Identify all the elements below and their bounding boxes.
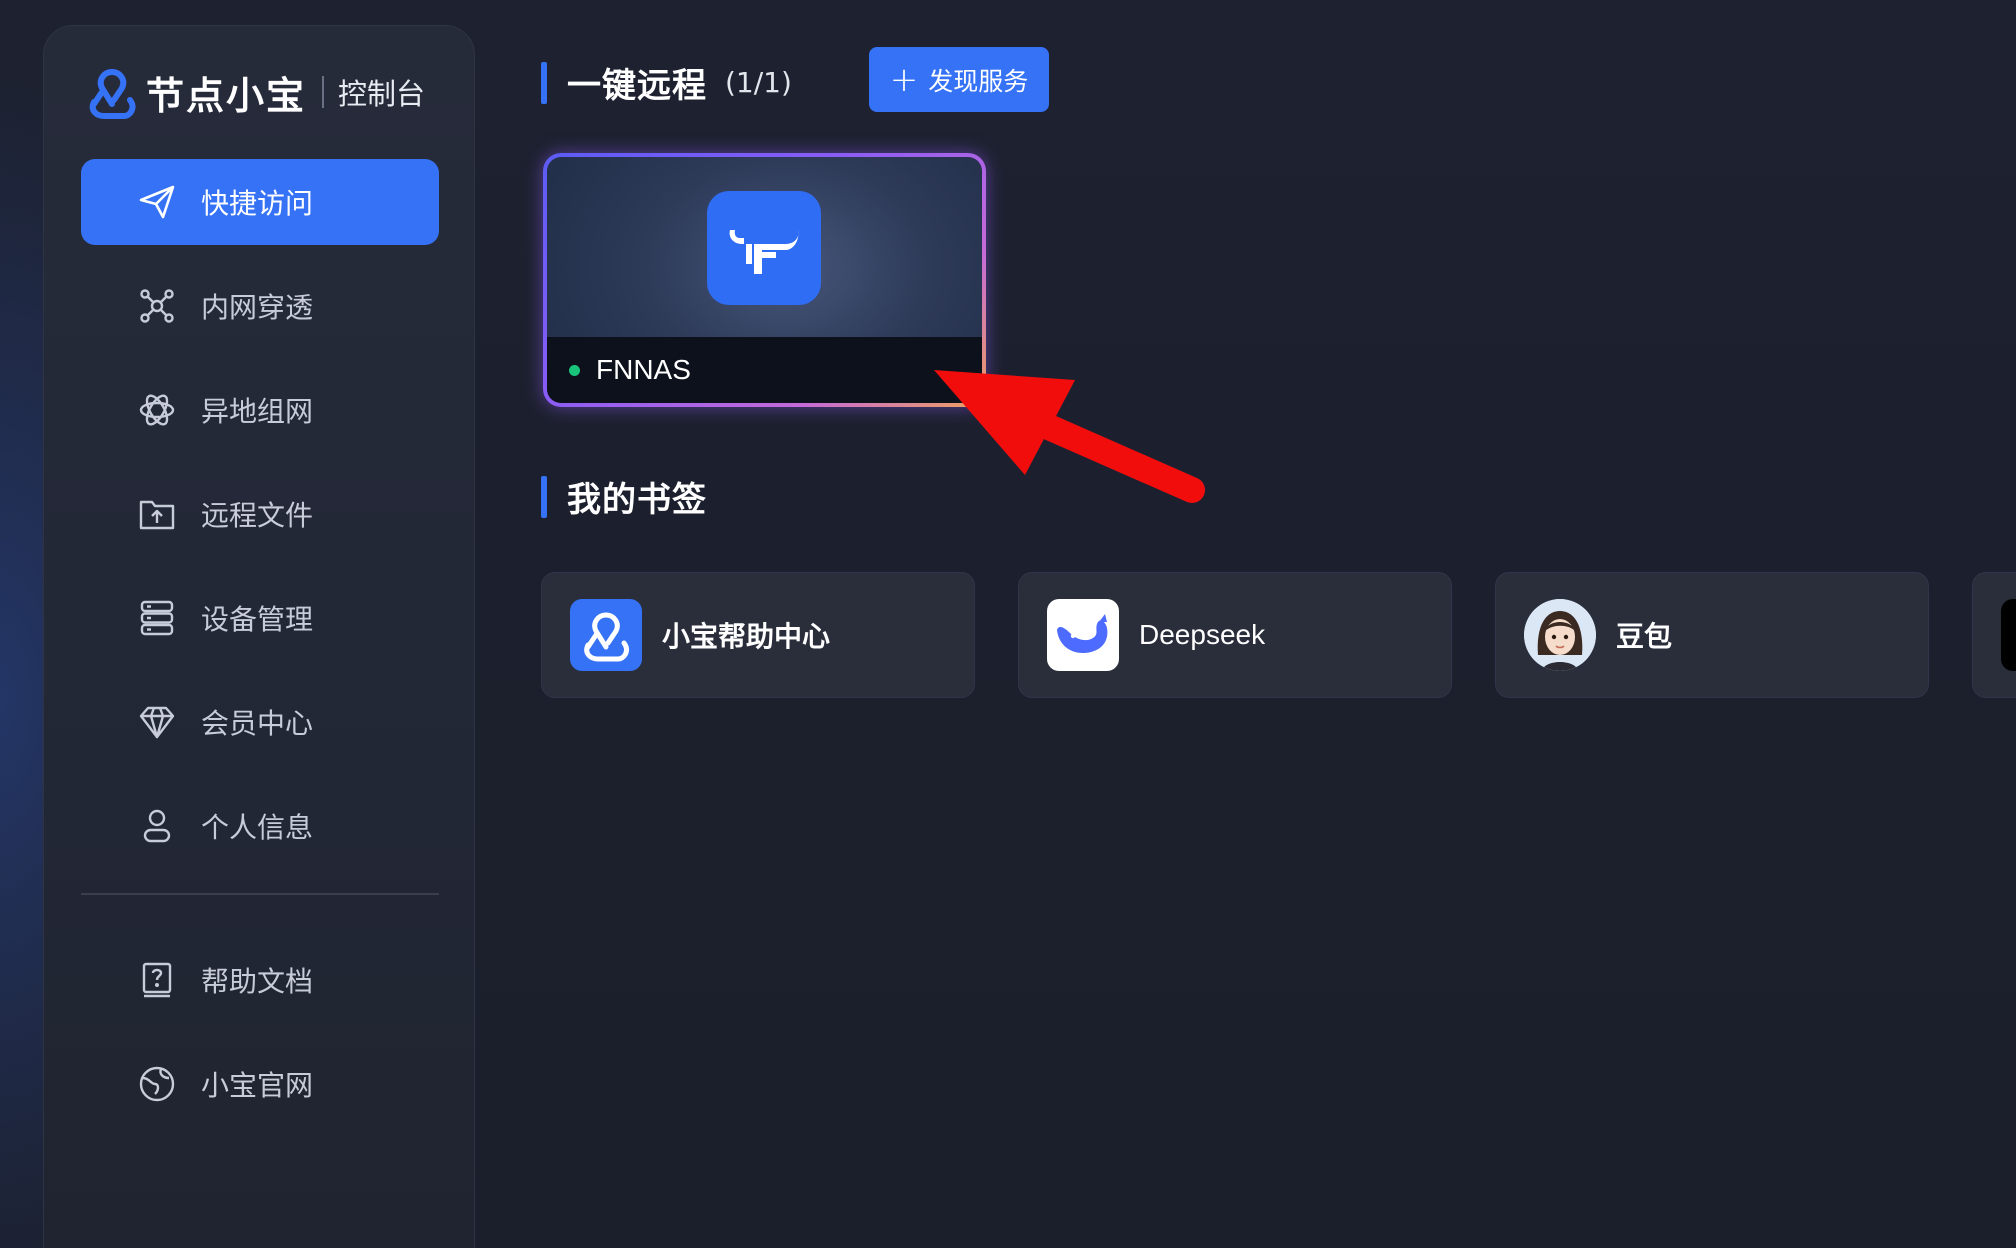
brand-name: 节点小宝: [146, 73, 307, 118]
sidebar-item-label: 设备管理: [201, 603, 314, 636]
sidebar-item-remote-files[interactable]: 远程文件: [81, 471, 439, 557]
whale-icon: [1047, 599, 1119, 671]
avatar-girl-icon: [1524, 599, 1596, 671]
sidebar-item-label: 帮助文档: [201, 965, 314, 998]
sidebar-item-official-site[interactable]: 小宝官网: [81, 1041, 439, 1127]
service-card-fnnas[interactable]: FNNAS: [543, 153, 986, 407]
service-card-body: FNNAS: [547, 157, 982, 403]
bookmarks-section-title: 我的书签: [567, 480, 707, 520]
sidebar-item-label: 内网穿透: [201, 291, 314, 324]
remote-count: (1/1): [725, 66, 792, 99]
sidebar-item-label: 异地组网: [201, 395, 314, 428]
online-status-dot: [569, 364, 580, 376]
discover-service-button[interactable]: + 发现服务: [869, 47, 1049, 112]
sidebar-item-label: 快捷访问: [201, 187, 314, 220]
triple-ring-logo-icon: [570, 599, 642, 671]
sidebar: 节点小宝 控制台 快捷访问 内网穿透 异地组网 远程文件 设备管理 会员中心 个…: [43, 25, 475, 1248]
console-page: 节点小宝 控制台 快捷访问 内网穿透 异地组网 远程文件 设备管理 会员中心 个…: [0, 0, 2016, 1248]
bookmark-partial[interactable]: [1972, 572, 2016, 698]
sidebar-item-quick-access[interactable]: 快捷访问: [81, 159, 439, 245]
bookmark-label: Deepseek: [1139, 619, 1266, 650]
bookmark-deepseek[interactable]: Deepseek: [1018, 572, 1452, 698]
brand-subtitle: 控制台: [338, 77, 426, 111]
remote-section-title: 一键远程: [567, 66, 707, 106]
triple-ring-logo-icon: [89, 69, 136, 119]
bookmark-app-icon: [2001, 599, 2016, 671]
plus-icon: +: [889, 59, 919, 100]
sidebar-item-devices[interactable]: 设备管理: [81, 575, 439, 661]
service-name: FNNAS: [596, 354, 691, 385]
remote-section-header: 一键远程 (1/1): [541, 58, 792, 107]
sidebar-item-label: 个人信息: [201, 811, 314, 844]
section-accent-bar: [541, 475, 547, 518]
user-icon: [137, 806, 177, 846]
sidebar-item-profile[interactable]: 个人信息: [81, 783, 439, 869]
bull-logo-icon: [707, 191, 821, 305]
bookmark-help-center[interactable]: 小宝帮助中心: [541, 572, 975, 698]
globe-icon: [137, 1064, 177, 1104]
sidebar-item-label: 远程文件: [201, 499, 314, 532]
sidebar-item-label: 小宝官网: [201, 1069, 314, 1102]
bookmark-label: 豆包: [1616, 620, 1673, 653]
bookmark-doubao[interactable]: 豆包: [1495, 572, 1929, 698]
network-nodes-icon: [137, 286, 177, 326]
sidebar-item-intranet[interactable]: 内网穿透: [81, 263, 439, 349]
sidebar-item-help-docs[interactable]: 帮助文档: [81, 937, 439, 1023]
sidebar-nav: 快捷访问 内网穿透 异地组网 远程文件 设备管理 会员中心 个人信息 帮助文档 …: [81, 159, 439, 1145]
paper-plane-icon: [137, 182, 177, 222]
service-card-footer: FNNAS: [547, 337, 982, 403]
section-accent-bar: [541, 61, 547, 104]
discover-service-label: 发现服务: [928, 66, 1029, 96]
brand-divider: [322, 76, 325, 108]
atom-icon: [137, 390, 177, 430]
sidebar-divider: [81, 893, 439, 895]
sidebar-item-label: 会员中心: [201, 707, 314, 740]
bookmark-label: 小宝帮助中心: [662, 620, 831, 653]
brand[interactable]: 节点小宝 控制台: [84, 62, 425, 122]
bookmarks-section-header: 我的书签: [541, 472, 707, 521]
help-book-icon: [137, 960, 177, 1000]
folder-upload-icon: [137, 494, 177, 534]
sidebar-item-membership[interactable]: 会员中心: [81, 679, 439, 765]
sidebar-item-networking[interactable]: 异地组网: [81, 367, 439, 453]
diamond-icon: [137, 702, 177, 742]
server-icon: [137, 598, 177, 638]
